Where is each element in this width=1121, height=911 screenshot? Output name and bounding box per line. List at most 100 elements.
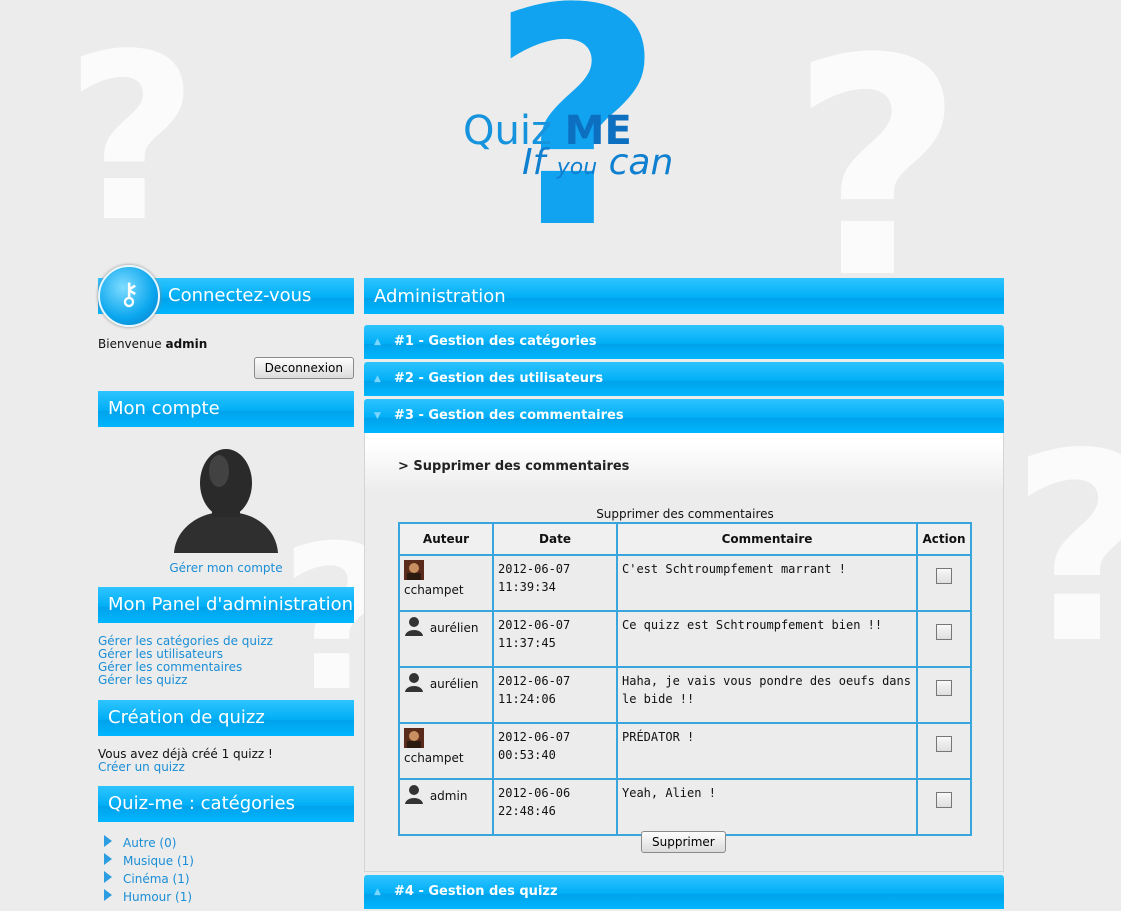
page-title: Administration [364,278,1004,314]
author-name: aurélien [429,621,479,635]
background-question-mark-bottom-right: ? [1010,420,1121,680]
section-comments-header[interactable]: ▼ #3 - Gestion des commentaires [364,399,1004,433]
logo-tag-if: If [522,142,546,183]
section-quizz-header[interactable]: ▲ #4 - Gestion des quizz [364,875,1004,909]
categories-title: Quiz-me : catégories [98,786,354,822]
date-day: 2012-06-07 [498,562,571,576]
admin-link-quizz[interactable]: Gérer les quizz [98,674,354,687]
section-label: #4 - Gestion des quizz [394,884,558,899]
logo-tag-can: can [608,142,674,183]
date-day: 2012-06-06 [498,786,571,800]
delete-checkbox[interactable] [936,624,952,640]
predator-avatar-icon [404,560,424,580]
cell-action [916,554,972,612]
manage-account-link[interactable]: Gérer mon compte [169,561,282,575]
cell-comment: Yeah, Alien ! [616,778,918,836]
table-row: cchampet 2012-06-07 00:53:40 PRÉDATOR ! [398,722,972,780]
background-question-mark-right: ? [790,0,965,344]
table-row: cchampet 2012-06-07 11:39:34 C'est Schtro… [398,554,972,612]
main-content: Administration ▲ #1 - Gestion des catégo… [364,278,1004,909]
sub-heading: > Supprimer des commentaires [398,459,630,474]
date-time: 11:37:45 [498,636,556,650]
collapse-arrow-icon: ▲ [374,374,381,384]
delete-checkbox[interactable] [936,792,952,808]
cell-date: 2012-06-07 11:24:06 [492,666,618,724]
logo-tagline: If you can [522,142,673,183]
category-link-cinema[interactable]: Cinéma (1) [123,870,354,888]
cell-date: 2012-06-07 11:39:34 [492,554,618,612]
section-label: #3 - Gestion des commentaires [394,408,624,423]
date-day: 2012-06-07 [498,730,571,744]
account-title: Mon compte [98,391,354,427]
predator-avatar-icon [404,728,424,748]
cell-comment: C'est Schtroumpfement marrant ! [616,554,918,612]
welcome-text: Bienvenue admin [98,337,354,351]
cell-action [916,722,972,780]
cell-auteur: aurélien [398,610,494,668]
cell-comment: Haha, je vais vous pondre des oeufs dans… [616,666,918,724]
table-caption: Supprimer des commentaires [596,507,774,521]
category-link-humour[interactable]: Humour (1) [123,888,354,906]
cell-auteur: cchampet [398,554,494,612]
delete-checkbox[interactable] [936,568,952,584]
collapse-arrow-icon: ▼ [374,411,381,421]
logout-button[interactable]: Deconnexion [253,357,354,379]
table-row: aurélien 2012-06-07 11:37:45 Ce quizz est… [398,610,972,668]
column-header-date: Date [492,522,618,556]
cell-comment: Ce quizz est Schtroumpfement bien !! [616,610,918,668]
comments-table: Auteur Date Commentaire Action cchampet … [398,522,972,836]
date-time: 11:24:06 [498,692,556,706]
collapse-arrow-icon: ▲ [374,887,381,897]
date-time: 11:39:34 [498,580,556,594]
section-label: #2 - Gestion des utilisateurs [394,371,604,386]
date-day: 2012-06-07 [498,674,571,688]
cell-auteur: admin [398,778,494,836]
delete-checkbox[interactable] [936,736,952,752]
background-question-mark-left: ? [65,6,199,273]
author-name: admin [429,789,468,803]
account-avatar [164,441,288,557]
user-silhouette-icon [405,617,423,636]
category-link-musique[interactable]: Musique (1) [123,852,354,870]
cell-auteur: aurélien [398,666,494,724]
comments-panel: > Supprimer des commentaires Supprimer d… [364,433,1004,872]
category-item[interactable]: Humour (1) [98,888,354,906]
sidebar: ⚷ Connectez-vous Bienvenue admin Deconne… [98,265,354,906]
date-day: 2012-06-07 [498,618,571,632]
key-icon: ⚷ [98,265,160,327]
cell-action [916,610,972,668]
author-name: cchampet [404,751,464,765]
cell-comment: PRÉDATOR ! [616,722,918,780]
logo-tag-you: you [556,155,598,180]
create-quizz-link[interactable]: Créer un quizz [98,761,354,774]
admin-panel-title: Mon Panel d'administration [98,587,354,623]
author-name: cchampet [404,583,464,597]
cell-auteur: cchampet [398,722,494,780]
cell-date: 2012-06-06 22:48:46 [492,778,618,836]
table-header-row: Auteur Date Commentaire Action [398,522,972,556]
table-row: admin 2012-06-06 22:48:46 Yeah, Alien ! [398,778,972,836]
user-silhouette-icon [405,785,423,804]
welcome-prefix: Bienvenue [98,337,162,351]
column-header-action: Action [916,522,972,556]
category-link-autre[interactable]: Autre (0) [123,834,354,852]
section-categories-header[interactable]: ▲ #1 - Gestion des catégories [364,325,1004,359]
date-time: 22:48:46 [498,804,556,818]
category-item[interactable]: Cinéma (1) [98,870,354,888]
delete-comments-button[interactable]: Supprimer [641,831,726,853]
category-item[interactable]: Autre (0) [98,834,354,852]
cell-action [916,778,972,836]
table-row: aurélien 2012-06-07 11:24:06 Haha, je vai… [398,666,972,724]
user-silhouette-icon [405,673,423,692]
section-label: #1 - Gestion des catégories [394,334,597,349]
cell-date: 2012-06-07 11:37:45 [492,610,618,668]
column-header-commentaire: Commentaire [616,522,918,556]
column-header-auteur: Auteur [398,522,494,556]
collapse-arrow-icon: ▲ [374,337,381,347]
category-item[interactable]: Musique (1) [98,852,354,870]
login-header: ⚷ Connectez-vous [98,265,354,327]
delete-checkbox[interactable] [936,680,952,696]
section-users-header[interactable]: ▲ #2 - Gestion des utilisateurs [364,362,1004,396]
cell-action [916,666,972,724]
cell-date: 2012-06-07 00:53:40 [492,722,618,780]
